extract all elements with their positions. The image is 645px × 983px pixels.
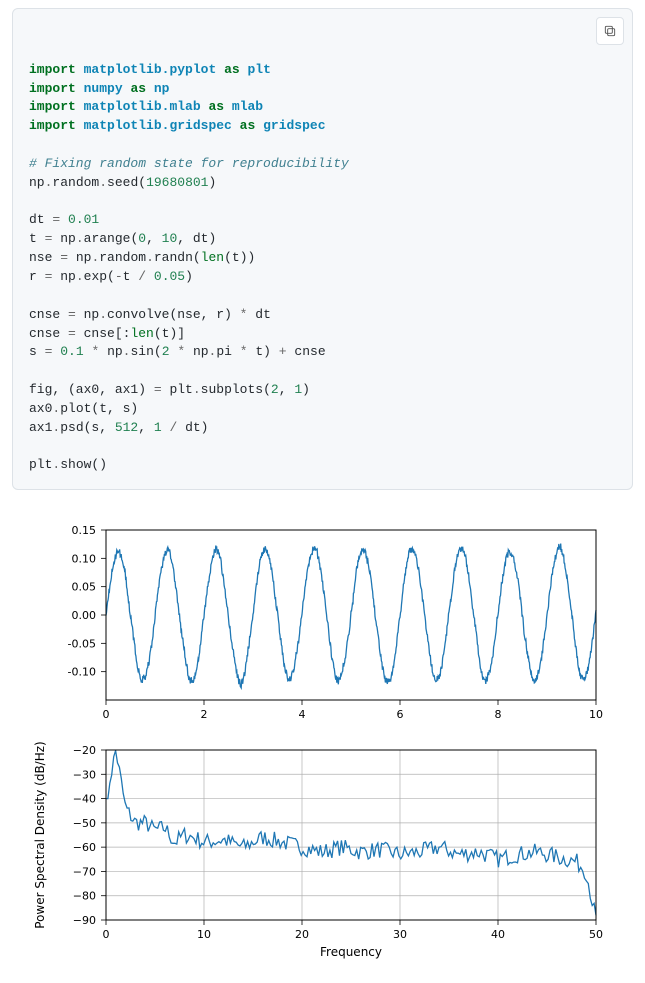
svg-text:2: 2 [201,708,208,721]
code-token: matplotlib.mlab [84,99,201,114]
svg-text:−70: −70 [73,866,96,879]
svg-text:0.05: 0.05 [72,581,97,594]
svg-text:0.15: 0.15 [72,524,97,537]
code-block: import matplotlib.pyplot as plt import n… [12,8,633,490]
matplotlib-figure: 0 2 4 6 8 10 -0.10 -0.05 0.00 0.05 0.10 0.15 0 10 20 3… [16,520,636,960]
code-token: import [29,118,76,133]
svg-text:−30: −30 [73,769,96,782]
code-comment: # Fixing random state for reproducibilit… [29,156,349,171]
axes-top: 0 2 4 6 8 10 -0.10 -0.05 0.00 0.05 0.10 0.15 [68,524,603,721]
svg-text:0.00: 0.00 [72,609,97,622]
copy-button[interactable] [596,17,624,45]
svg-text:0: 0 [103,708,110,721]
svg-text:−60: −60 [73,841,96,854]
code-token: numpy [84,81,123,96]
svg-text:4: 4 [299,708,306,721]
svg-text:20: 20 [295,928,309,941]
code-token: import [29,99,76,114]
svg-text:6: 6 [397,708,404,721]
ylabel: Power Spectral Density (dB/Hz) [33,742,47,929]
code-token: plt [247,62,270,77]
figure-output: 0 2 4 6 8 10 -0.10 -0.05 0.00 0.05 0.10 0.15 0 10 20 3… [16,520,629,965]
xlabel: Frequency [320,945,382,959]
code-token: import [29,81,76,96]
code-token: import [29,62,76,77]
svg-text:−80: −80 [73,890,96,903]
svg-text:−50: −50 [73,817,96,830]
svg-text:0.10: 0.10 [72,553,97,566]
code-token: matplotlib.pyplot [84,62,217,77]
code-token: as [208,99,224,114]
svg-text:-0.05: -0.05 [68,638,96,651]
svg-text:-0.10: -0.10 [68,666,96,679]
svg-text:10: 10 [589,708,603,721]
svg-text:−90: −90 [73,914,96,927]
code-token: as [224,62,240,77]
code-token: mlab [232,99,263,114]
svg-text:−20: −20 [73,744,96,757]
code-token: np [29,175,45,190]
svg-text:30: 30 [393,928,407,941]
svg-text:0: 0 [103,928,110,941]
code-token: as [130,81,146,96]
code-token: gridspec [263,118,325,133]
code-token: matplotlib.gridspec [84,118,232,133]
code-token: as [240,118,256,133]
svg-text:50: 50 [589,928,603,941]
copy-icon [603,24,617,38]
code-token: np [154,81,170,96]
svg-text:−40: −40 [73,793,96,806]
svg-text:40: 40 [491,928,505,941]
svg-text:8: 8 [495,708,502,721]
svg-text:10: 10 [197,928,211,941]
axes-bottom: 0 10 20 30 40 50 −90 −80 −70 −60 −50 −40 −30 −20 Frequ… [33,742,603,960]
